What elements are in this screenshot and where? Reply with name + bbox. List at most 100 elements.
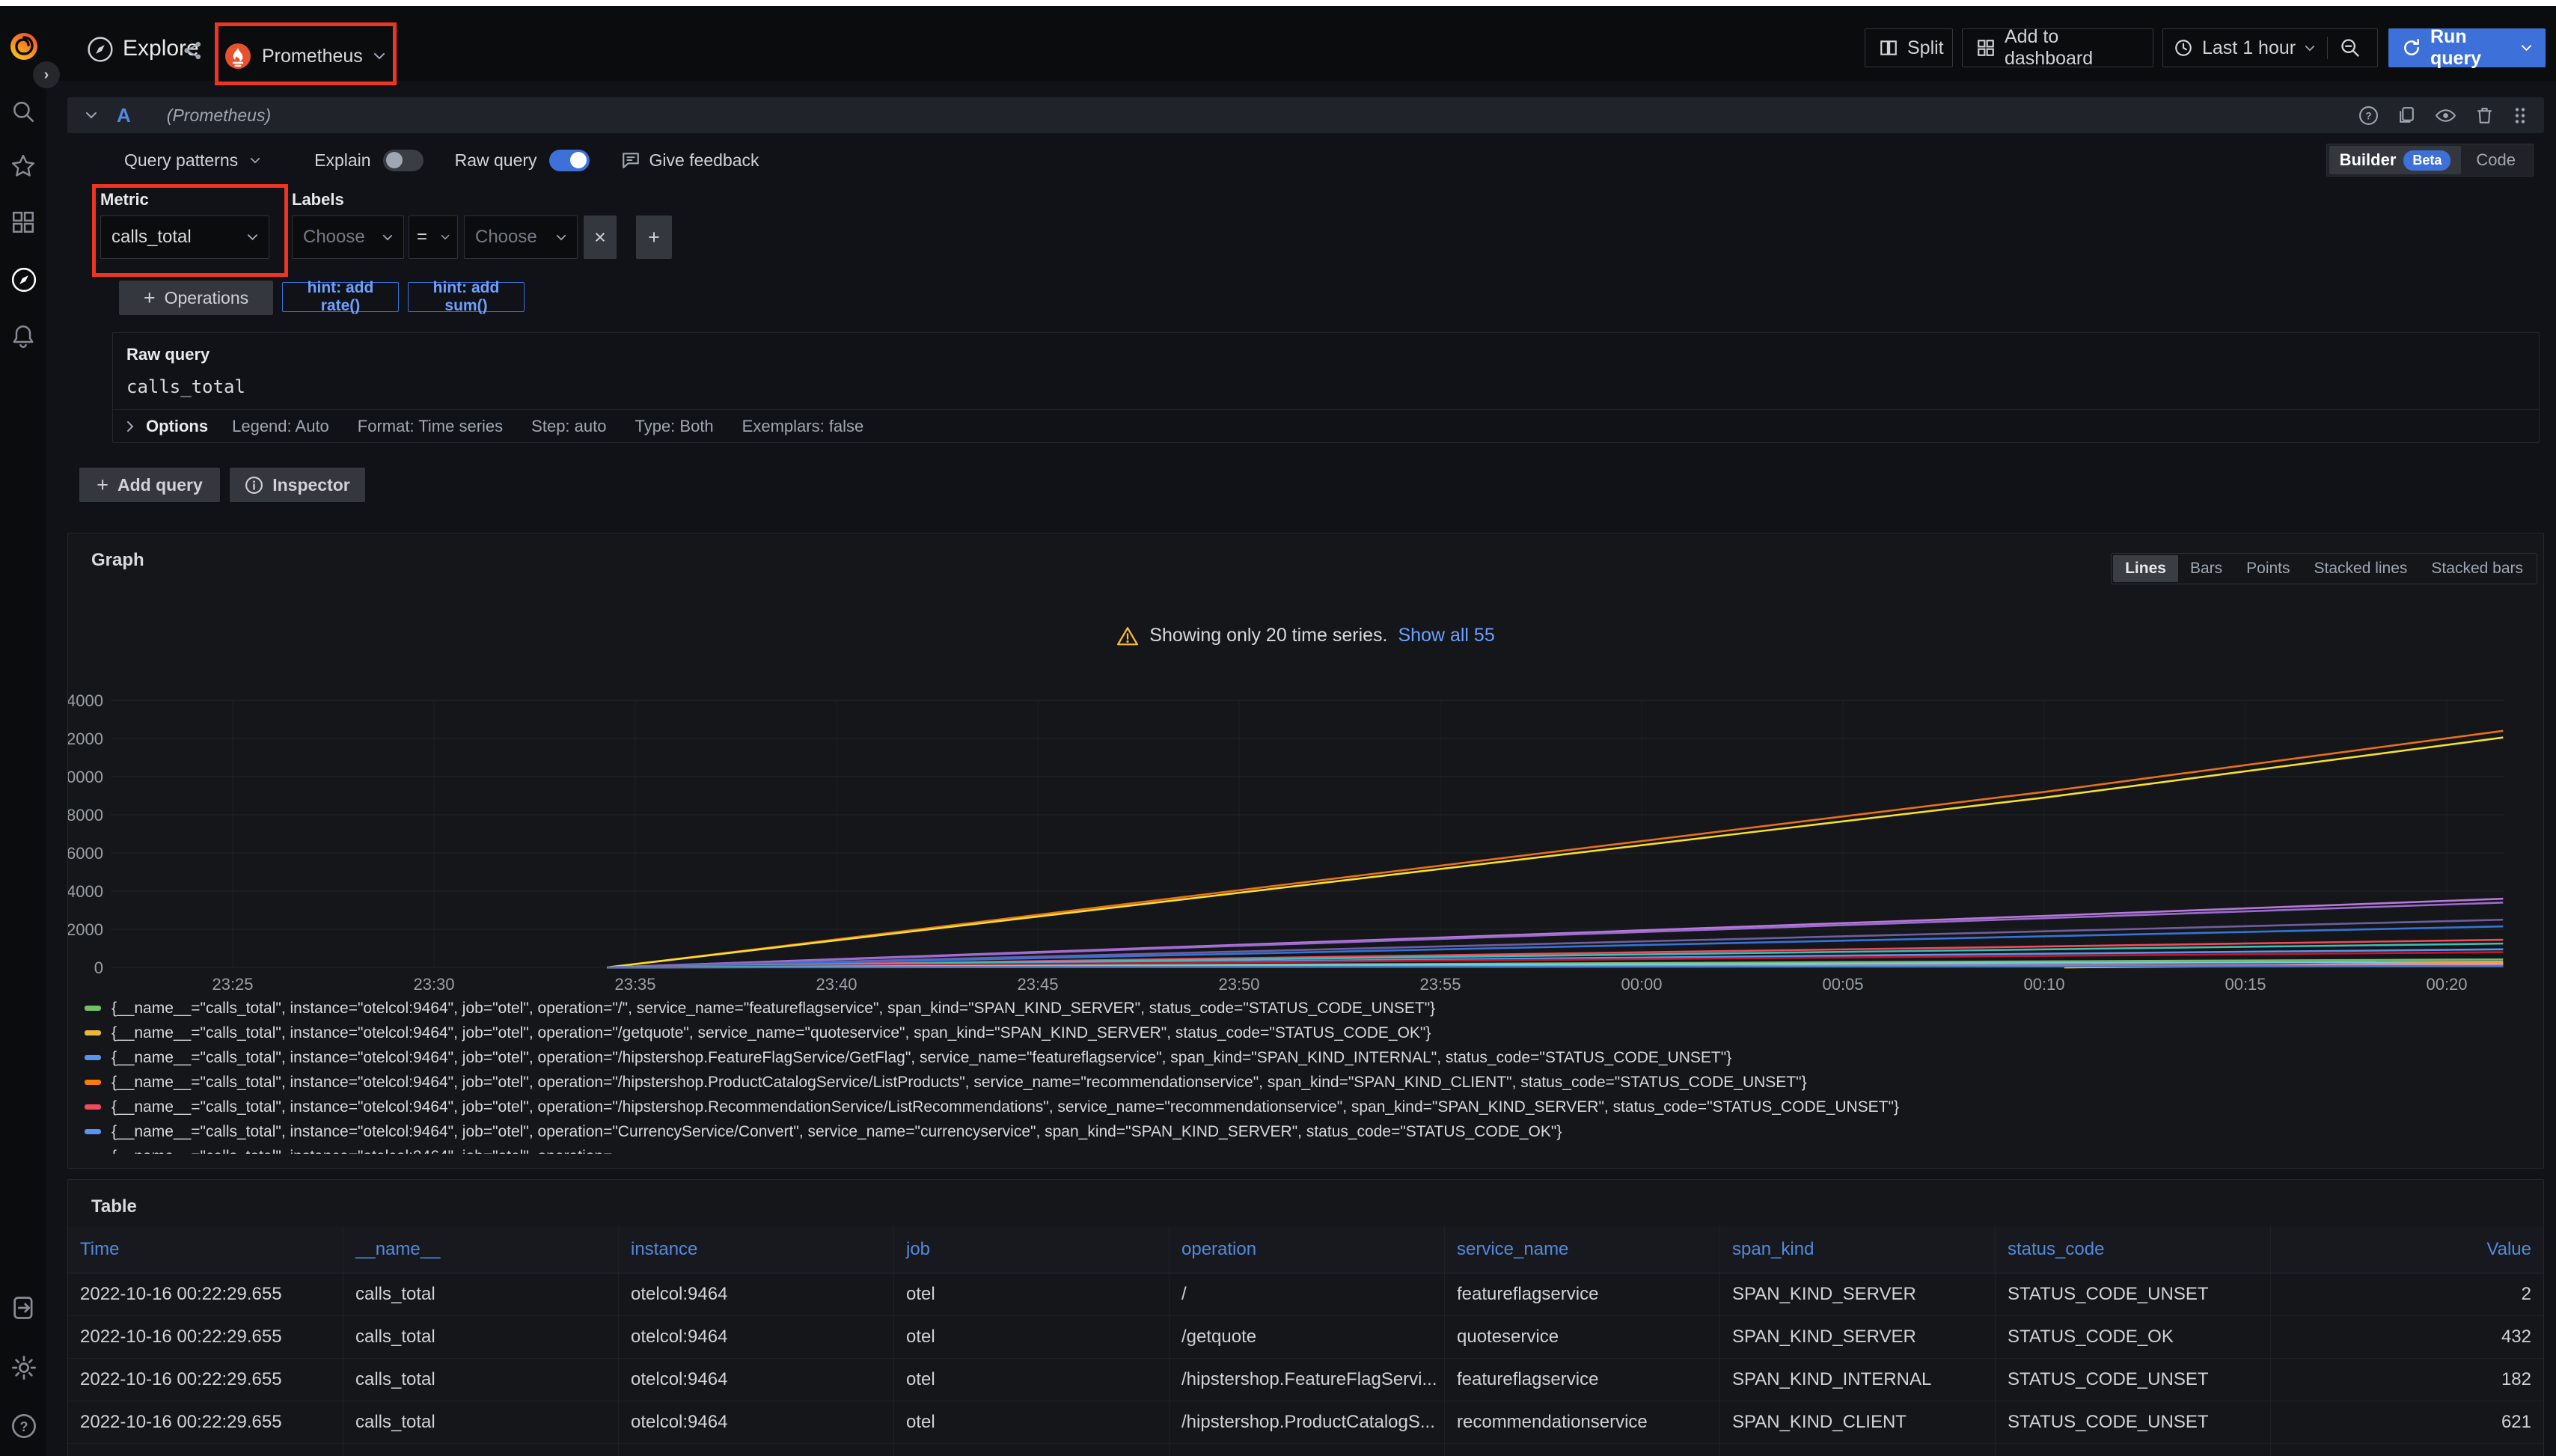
legend-item[interactable]: {__name__="calls_total", instance="otelc… [85,1045,1899,1070]
legend-item[interactable]: {__name__="calls_total", instance="otelc… [85,1070,1899,1095]
drag-handle-icon[interactable] [2513,105,2528,126]
remove-label-filter-button[interactable]: × [584,215,617,259]
chevron-down-icon [382,234,393,241]
table-panel-title: Table [91,1196,137,1217]
top-navigation-bar: Explore Prometheus Split Add to dashboar… [0,6,2556,81]
label-key-select[interactable]: Choose [292,215,404,259]
label-value-select[interactable]: Choose [464,215,578,259]
give-feedback-link[interactable]: Give feedback [621,150,759,171]
legend-item[interactable]: {__name__="calls_total", instance="otelc… [85,1095,1899,1119]
share-icon[interactable] [183,40,203,61]
graph-mode-stacked-bars[interactable]: Stacked bars [2419,555,2535,582]
hint-add-rate-button[interactable]: hint: add rate() [282,282,399,312]
delete-query-trash-icon[interactable] [2474,105,2495,126]
column-header-span-kind[interactable]: span_kind [1720,1226,1996,1273]
x-axis-tick-label: 23:30 [413,975,454,994]
query-options-row[interactable]: Options Legend: Auto Format: Time series… [113,409,2539,443]
legend-swatch [85,1080,101,1085]
option-legend: Legend: Auto [232,417,329,436]
column-header-operation[interactable]: operation [1170,1226,1445,1273]
chevron-down-icon[interactable] [2521,44,2532,52]
run-query-button[interactable]: Run query [2388,28,2546,67]
table-cell: SPAN_KIND_CLIENT [1720,1401,1996,1443]
help-circle-icon[interactable]: ? [2358,105,2379,126]
table-cell: 432 [2271,1316,2543,1358]
graph-mode-lines[interactable]: Lines [2113,555,2178,582]
table-cell: otel [894,1273,1170,1315]
datasource-picker[interactable]: Prometheus [224,37,385,75]
table-cell: calls_total [343,1444,619,1456]
inspector-button[interactable]: Inspector [230,468,365,502]
table-cell: calls_total [343,1359,619,1401]
chart-legend: {__name__="calls_total", instance="otelc… [85,996,1899,1154]
table-cell: otelcol:9464 [619,1316,894,1358]
search-icon[interactable] [10,99,36,124]
legend-item-clipped[interactable]: {__name__="calls_total", instance="otelc… [85,1144,1899,1154]
column-header-value[interactable]: Value [2271,1226,2543,1273]
explore-icon[interactable] [10,266,37,293]
legend-item[interactable]: {__name__="calls_total", instance="otelc… [85,1119,1899,1144]
show-all-series-link[interactable]: Show all 55 [1398,625,1494,646]
table-cell: /hipstershop.FeatureFlagServi... [1170,1359,1445,1401]
code-tab[interactable]: Code [2461,150,2531,170]
x-axis-tick-label: 00:15 [2225,975,2266,994]
grafana-logo[interactable] [7,30,40,63]
query-patterns-dropdown[interactable]: Query patterns [124,150,260,171]
option-format: Format: Time series [358,417,503,436]
help-icon[interactable]: ? [10,1413,37,1440]
hint-add-sum-button[interactable]: hint: add sum() [408,282,525,312]
graph-mode-points[interactable]: Points [2234,555,2302,582]
column-header-time[interactable]: Time [68,1226,343,1273]
dashboards-icon[interactable] [10,209,36,235]
table-cell: otel [894,1401,1170,1443]
sign-in-icon[interactable] [10,1294,37,1321]
raw-query-toggle[interactable] [549,150,590,171]
table-cell: otelcol:9464 [619,1444,894,1456]
sync-icon [2402,38,2421,58]
legend-label: {__name__="calls_total", instance="otelc… [111,1049,1731,1067]
left-sidebar: ? [0,6,46,1456]
graph-mode-stacked-lines[interactable]: Stacked lines [2302,555,2420,582]
settings-gear-icon[interactable] [10,1354,37,1381]
graph-mode-bars[interactable]: Bars [2178,555,2234,582]
y-axis-tick-label: 2000 [68,920,103,939]
legend-item[interactable]: {__name__="calls_total", instance="otelc… [85,1021,1899,1045]
metric-select[interactable]: calls_total [100,215,269,259]
alerting-bell-icon[interactable] [10,323,36,349]
legend-label: {__name__="calls_total", instance="otelc… [111,1074,1807,1092]
chevron-down-icon [373,52,385,60]
expand-sidebar-button[interactable]: › [33,61,60,88]
add-to-dashboard-button[interactable]: Add to dashboard [1962,28,2153,67]
add-query-button[interactable]: + Add query [79,468,220,502]
run-query-label: Run query [2430,26,2512,70]
query-row-header[interactable]: A (Prometheus) ? [67,97,2544,133]
plus-icon: + [97,474,108,497]
graph-style-switcher: LinesBarsPointsStacked linesStacked bars [2111,553,2537,584]
starred-icon[interactable] [10,153,36,179]
zoom-out-icon[interactable] [2340,37,2361,58]
column-header-job[interactable]: job [894,1226,1170,1273]
x-axis-tick-label: 23:35 [614,975,655,994]
label-operator-select[interactable]: = [409,215,458,259]
explain-toggle[interactable] [383,150,424,171]
legend-item[interactable]: {__name__="calls_total", instance="otelc… [85,996,1899,1021]
split-columns-icon [1879,38,1898,58]
legend-label: {__name__="calls_total", instance="otelc… [111,1148,628,1154]
column-header-instance[interactable]: instance [619,1226,894,1273]
add-to-dashboard-label: Add to dashboard [2005,26,2139,70]
results-table: Time__name__instancejoboperationservice_… [68,1226,2543,1456]
collapse-chevron-icon[interactable] [85,111,97,119]
duplicate-query-icon[interactable] [2397,105,2417,126]
disable-query-eye-icon[interactable] [2435,105,2456,126]
split-button[interactable]: Split [1865,28,1953,67]
column-header-status-code[interactable]: status_code [1996,1226,2271,1273]
timeseries-chart[interactable]: 23:2523:3023:3523:4023:4523:5023:5500:00… [68,667,2543,996]
column-header---name--[interactable]: __name__ [343,1226,619,1273]
column-header-service-name[interactable]: service_name [1445,1226,1720,1273]
add-label-filter-button[interactable]: + [636,215,672,259]
builder-tab[interactable]: Builder Beta [2329,146,2462,174]
time-range-picker[interactable]: Last 1 hour [2162,28,2378,67]
add-operation-button[interactable]: + Operations [119,281,273,315]
label-operator-value: = [417,227,427,248]
table-cell: recommendationservice [1445,1401,1720,1443]
